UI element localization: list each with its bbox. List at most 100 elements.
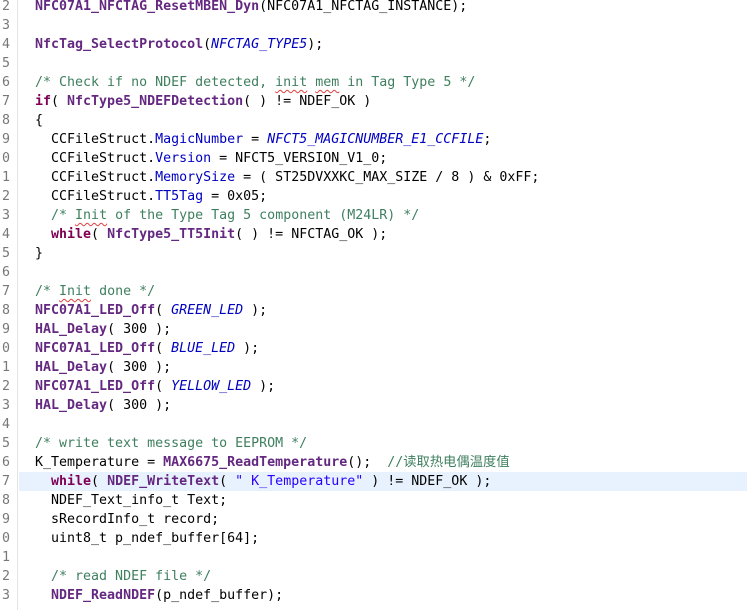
code-text: sRecordInfo_t record; [35, 510, 219, 529]
code-token: ( 300 ); [107, 322, 172, 337]
code-token: ( [219, 474, 236, 489]
line-number: 2 [1, 379, 10, 394]
code-token: in Tag Type 5 */ [339, 75, 476, 90]
code-line[interactable]: 1 [0, 548, 747, 567]
code-token: init [275, 75, 308, 90]
line-number: 4 [1, 37, 10, 52]
code-text: CCFileStruct.MagicNumber = NFCT5_MAGICNU… [35, 130, 491, 149]
line-number: 9 [1, 132, 10, 147]
line-number: 3 [1, 398, 10, 413]
code-text: NDEF_Text_info_t Text; [35, 491, 227, 510]
code-text: HAL_Delay( 300 ); [35, 358, 171, 377]
code-text: NFC07A1_LED_Off( GREEN_LED ); [35, 301, 267, 320]
code-line[interactable]: 9 sRecordInfo_t record; [0, 510, 747, 529]
code-line[interactable]: 2 NFC07A1_LED_Off( YELLOW_LED ); [0, 377, 747, 396]
code-line[interactable]: 6 [0, 263, 747, 282]
code-line[interactable]: 0 CCFileStruct.Version = NFCT5_VERSION_V… [0, 149, 747, 168]
code-token: { [35, 113, 44, 128]
code-token: CCFileStruct. [35, 151, 156, 166]
code-line[interactable]: 3 /* Init of the Type Tag 5 component (M… [0, 206, 747, 225]
code-token: NFC07A1_LED_Off [35, 341, 156, 356]
code-text: /* Init of the Type Tag 5 component (M24… [35, 206, 419, 225]
line-number: 0 [1, 151, 10, 166]
code-text: K_Temperature = MAX6675_ReadTemperature(… [35, 453, 510, 472]
code-line[interactable]: 8 NDEF_Text_info_t Text; [0, 491, 747, 510]
line-number: 7 [1, 284, 10, 299]
code-token: /* read NDEF file */ [51, 569, 212, 584]
code-line[interactable]: 7 while( NDEF_WriteText( " K_Temperature… [0, 472, 747, 491]
code-token: ( [91, 474, 108, 489]
code-token: NFCT5_MAGICNUMBER_E1_CCFILE [267, 132, 484, 147]
code-line[interactable]: 8{ [0, 111, 747, 130]
code-line[interactable]: 6 K_Temperature = MAX6675_ReadTemperature… [0, 453, 747, 472]
code-line[interactable]: 8 NFC07A1_LED_Off( GREEN_LED ); [0, 301, 747, 320]
code-token: NfcType5_TT5Init [107, 227, 236, 242]
code-line[interactable]: 5 /* write text message to EEPROM */ [0, 434, 747, 453]
code-line[interactable]: 2 CCFileStruct.TT5Tag = 0x05; [0, 187, 747, 206]
code-line[interactable]: 2 /* read NDEF file */ [0, 567, 747, 586]
code-token: CCFileStruct. [35, 132, 156, 147]
code-line[interactable]: 9 CCFileStruct.MagicNumber = NFCT5_MAGIC… [0, 130, 747, 149]
code-token: //读取热电偶温度值 [387, 455, 510, 470]
code-token: = [243, 132, 268, 147]
line-number: 9 [1, 322, 10, 337]
code-line[interactable]: 3 HAL_Delay( 300 ); [0, 396, 747, 415]
code-token: MagicNumber [155, 132, 244, 147]
code-text: uint8_t p_ndef_buffer[64]; [35, 529, 259, 548]
code-token: NFC07A1_LED_Off [35, 379, 156, 394]
code-line[interactable]: 4 [0, 415, 747, 434]
line-number: 0 [1, 341, 10, 356]
line-number: 7 [1, 94, 10, 109]
line-number: 5 [1, 56, 10, 71]
code-token: /* write text message to EEPROM */ [35, 436, 308, 451]
code-token: " K_Temperature" [235, 474, 364, 489]
code-editor[interactable]: 2 NFC07A1_NFCTAG_ResetMBEN_Dyn(NFC07A1_NF… [0, 0, 747, 605]
code-line[interactable]: 3 NDEF_ReadNDEF(p_ndef_buffer); [0, 586, 747, 605]
line-number: 4 [1, 417, 10, 432]
code-text: /* Init done */ [35, 282, 155, 301]
code-token: CCFileStruct. [35, 189, 156, 204]
line-number: 2 [1, 569, 10, 584]
code-token: ( [155, 341, 172, 356]
code-line[interactable]: 0 NFC07A1_LED_Off( BLUE_LED ); [0, 339, 747, 358]
code-line[interactable]: 5 [0, 54, 747, 73]
line-number: 3 [1, 18, 10, 33]
code-line[interactable]: 5} [0, 244, 747, 263]
code-text: HAL_Delay( 300 ); [35, 396, 171, 415]
code-line[interactable]: 2 NFC07A1_NFCTAG_ResetMBEN_Dyn(NFC07A1_NF… [0, 0, 747, 16]
code-token: (p_ndef_buffer); [155, 588, 284, 603]
code-token: ); [251, 379, 276, 394]
code-line[interactable]: 1 HAL_Delay( 300 ); [0, 358, 747, 377]
code-token: Init [75, 208, 108, 223]
code-line[interactable]: 4 NfcTag_SelectProtocol(NFCTAG_TYPE5); [0, 35, 747, 54]
code-line[interactable]: 9 HAL_Delay( 300 ); [0, 320, 747, 339]
code-line[interactable]: 7 /* Init done */ [0, 282, 747, 301]
code-text: CCFileStruct.TT5Tag = 0x05; [35, 187, 267, 206]
code-token: of the Type Tag 5 component (M24LR) */ [107, 208, 420, 223]
code-line[interactable]: 3 [0, 16, 747, 35]
code-token: ( [203, 37, 212, 52]
code-token: while [51, 227, 92, 242]
code-token: CCFileStruct. [35, 170, 156, 185]
code-line[interactable]: 0 uint8_t p_ndef_buffer[64]; [0, 529, 747, 548]
code-token: K_Temperature = [35, 455, 164, 470]
code-line[interactable]: 1 CCFileStruct.MemorySize = ( ST25DVXXKC… [0, 168, 747, 187]
code-token: ( ) != NDEF_OK ) [243, 94, 372, 109]
code-token: sRecordInfo_t record; [35, 512, 220, 527]
line-number: 9 [1, 512, 10, 527]
line-number: 7 [1, 474, 10, 489]
code-line[interactable]: 6 /* Check if no NDEF detected, init mem … [0, 73, 747, 92]
code-token: NDEF_Text_info_t Text; [35, 493, 228, 508]
code-line[interactable]: 7 if( NfcType5_NDEFDetection( ) != NDEF_O… [0, 92, 747, 111]
code-token: ( [155, 303, 172, 318]
code-text: NFC07A1_LED_Off( YELLOW_LED ); [35, 377, 275, 396]
line-number: 8 [1, 493, 10, 508]
line-number: 8 [1, 303, 10, 318]
code-line[interactable]: 4 while( NfcType5_TT5Init( ) != NFCTAG_O… [0, 225, 747, 244]
code-token: ( 300 ); [107, 360, 172, 375]
line-number: 5 [1, 246, 10, 261]
